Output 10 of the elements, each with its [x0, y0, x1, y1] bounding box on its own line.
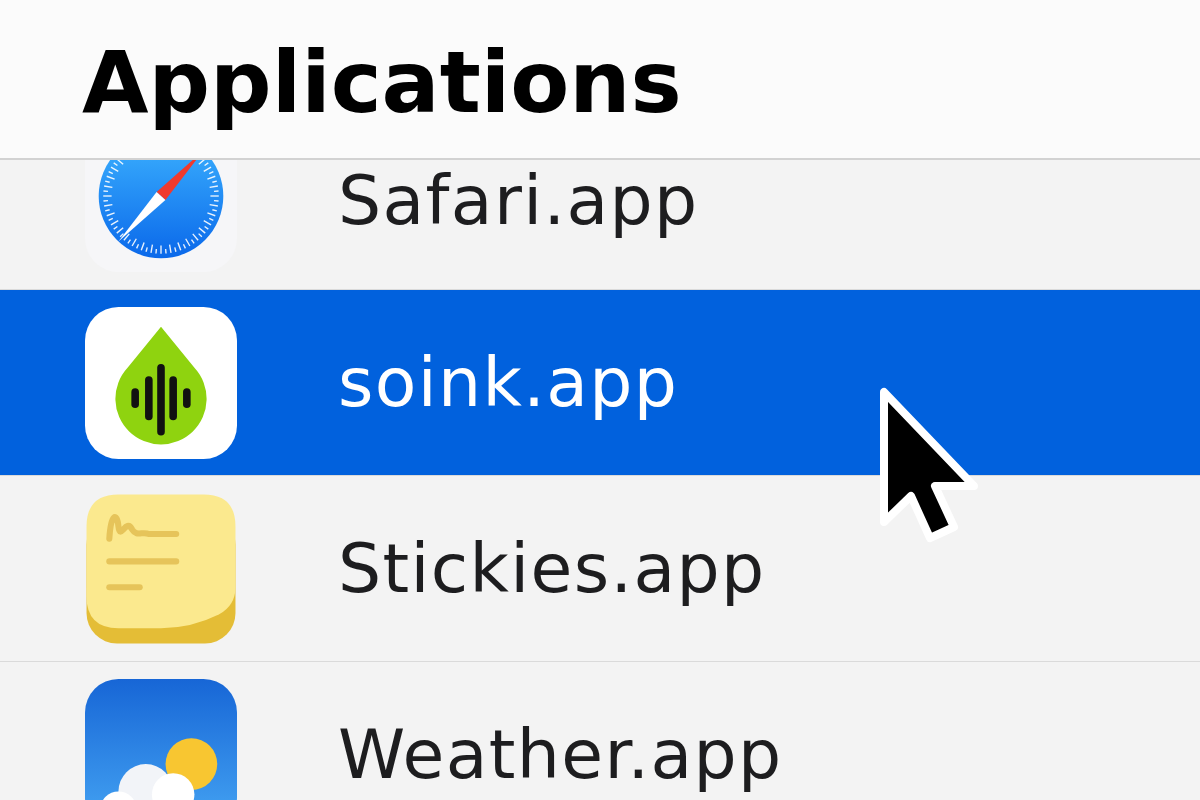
file-row[interactable]: Safari.app [0, 160, 1200, 290]
sun-cloud-icon [85, 679, 237, 800]
file-row[interactable]: soink.app [0, 290, 1200, 476]
file-name: soink.app [338, 341, 679, 424]
file-name: Safari.app [338, 160, 699, 242]
file-name: Weather.app [338, 714, 783, 796]
sticky-note-icon [85, 492, 237, 645]
file-name: Stickies.app [338, 527, 766, 610]
page-title: Applications [82, 31, 682, 134]
drop-waveform-icon [85, 306, 237, 459]
